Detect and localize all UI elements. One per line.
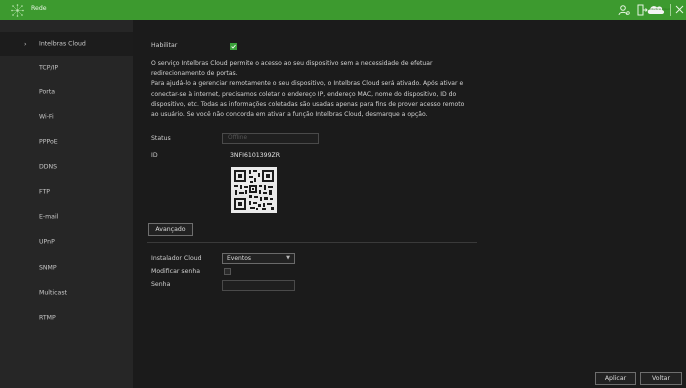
chevron-down-icon: ▼ xyxy=(286,255,290,261)
header-divider xyxy=(670,4,671,16)
close-icon[interactable] xyxy=(675,4,684,16)
apply-button[interactable]: Aplicar xyxy=(595,372,636,385)
password-label: Senha xyxy=(151,281,171,288)
sidebar-item-label: FTP xyxy=(39,188,50,196)
sidebar-item-pppoe[interactable]: PPPoE xyxy=(0,130,133,154)
sidebar-item-label: PPPoE xyxy=(39,138,58,146)
sidebar-item-label: UPnP xyxy=(39,238,55,246)
id-label: ID xyxy=(151,152,158,159)
description-line: conectar-se à internet, precisamos colet… xyxy=(151,90,457,98)
sidebar-item-label: Wi-Fi xyxy=(39,113,54,121)
network-logo-icon xyxy=(11,4,24,17)
sidebar-item-label: RTMP xyxy=(39,314,56,322)
sidebar-item-label: SNMP xyxy=(39,264,57,272)
advanced-button[interactable]: Avançado xyxy=(148,223,193,236)
description-line: redirecionamento de portas. xyxy=(151,70,238,78)
device-id-value: 3NFI6101399ZR xyxy=(230,152,281,159)
sidebar-item-label: Intelbras Cloud xyxy=(39,40,86,48)
description-line: O serviço Intelbras Cloud permite o aces… xyxy=(151,60,433,67)
sidebar-item-label: TCP/IP xyxy=(39,64,59,72)
sidebar-item-intelbras-cloud[interactable]: › Intelbras Cloud xyxy=(0,32,133,56)
enable-label: Habilitar xyxy=(151,42,178,49)
sidebar-item-label: DDNS xyxy=(39,163,58,171)
sidebar-item-rtmp[interactable]: RTMP xyxy=(0,306,133,330)
password-field[interactable] xyxy=(222,280,295,291)
page-title: Rede xyxy=(31,5,47,12)
check-icon xyxy=(231,44,236,49)
chevron-right-icon: › xyxy=(24,40,27,48)
cloud-installer-select[interactable]: Eventos ▼ xyxy=(222,253,295,264)
sidebar-item-tcp-ip[interactable]: TCP/IP xyxy=(0,56,133,80)
main-panel: Habilitar O serviço Intelbras Cloud perm… xyxy=(133,20,686,388)
intelbras-cloud-icon[interactable]: Intelbras Cloud xyxy=(646,3,670,16)
enable-checkbox[interactable] xyxy=(230,43,237,50)
user-settings-icon[interactable] xyxy=(618,4,630,16)
section-divider xyxy=(147,242,477,243)
sidebar-item-porta[interactable]: Porta xyxy=(0,80,133,104)
status-label: Status xyxy=(151,135,171,142)
sidebar-item-upnp[interactable]: UPnP xyxy=(0,230,133,254)
cloud-badge-text: Intelbras Cloud xyxy=(650,8,670,11)
description-line: Para ajudá-lo a gerenciar remotamente o … xyxy=(151,80,464,88)
description-line: ao usuário. Se você não concorda em ativ… xyxy=(151,111,428,119)
sidebar: › Intelbras Cloud TCP/IP Porta Wi-Fi PPP… xyxy=(0,20,133,388)
sidebar-item-email[interactable]: E-mail xyxy=(0,205,133,229)
cloud-installer-label: Instalador Cloud xyxy=(151,255,202,262)
modify-password-checkbox[interactable] xyxy=(224,268,231,275)
cloud-installer-value: Eventos xyxy=(227,255,251,262)
top-bar: Rede Intelbras Cloud xyxy=(0,0,686,20)
sidebar-item-wifi[interactable]: Wi-Fi xyxy=(0,105,133,129)
sidebar-item-label: Multicast xyxy=(39,289,67,297)
status-field: Offline xyxy=(222,133,319,144)
description-line: dispositivo, etc. Todas as informações c… xyxy=(151,100,465,108)
sidebar-item-ddns[interactable]: DDNS xyxy=(0,155,133,179)
description-text: O serviço Intelbras Cloud permite o aces… xyxy=(151,59,651,120)
back-button[interactable]: Voltar xyxy=(640,372,682,385)
modify-password-label: Modificar senha xyxy=(151,268,201,275)
sidebar-item-ftp[interactable]: FTP xyxy=(0,180,133,204)
sidebar-item-snmp[interactable]: SNMP xyxy=(0,256,133,280)
sidebar-item-label: Porta xyxy=(39,88,56,96)
qr-code xyxy=(231,167,277,213)
sidebar-item-multicast[interactable]: Multicast xyxy=(0,281,133,305)
sidebar-item-label: E-mail xyxy=(39,213,59,221)
